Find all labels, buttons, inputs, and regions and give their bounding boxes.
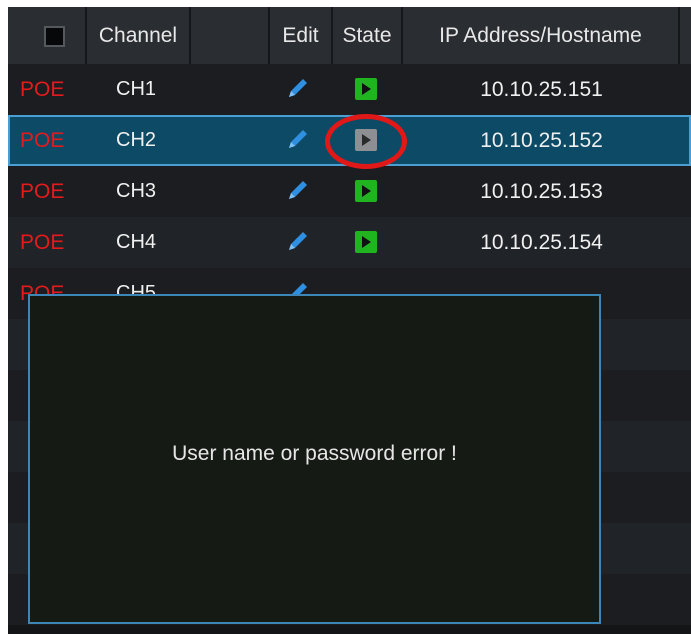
channel-name: CH4 [116,231,157,253]
pencil-icon[interactable] [286,76,310,100]
ip-channel-table: Channel Edit State IP Address/Hostname P… [8,7,691,634]
pencil-icon[interactable] [286,127,310,151]
poe-label: POE [20,231,65,254]
play-icon[interactable] [355,180,377,202]
poe-label: POE [20,78,65,101]
ip-column-header[interactable]: IP Address/Hostname [403,7,680,64]
ip-address: 10.10.25.154 [480,231,603,254]
blank-column-header [191,7,270,64]
select-all-checkbox[interactable] [44,26,65,47]
edit-column-header[interactable]: Edit [270,7,333,64]
channel-name: CH1 [116,78,157,100]
table-header: Channel Edit State IP Address/Hostname [8,7,691,64]
select-all-cell [8,7,87,64]
channel-column-header[interactable]: Channel [87,7,191,64]
state-column-header[interactable]: State [333,7,403,64]
table-row[interactable]: POE CH3 10.10.25.153 [8,166,691,217]
error-message: User name or password error ! [172,442,457,465]
table-row[interactable]: POE CH1 10.10.25.151 [8,64,691,115]
pencil-icon[interactable] [286,229,310,253]
ip-address: 10.10.25.153 [480,180,603,203]
play-icon[interactable] [355,78,377,100]
poe-label: POE [20,180,65,203]
ip-address: 10.10.25.152 [480,129,603,152]
poe-label: POE [20,129,65,152]
ip-address: 10.10.25.151 [480,78,603,101]
channel-name: CH3 [116,180,157,202]
pencil-icon[interactable] [286,178,310,202]
channel-name: CH2 [116,129,157,151]
error-dialog[interactable]: User name or password error ! [28,294,601,624]
highlight-circle [325,114,407,169]
table-row[interactable]: POE CH4 10.10.25.154 [8,217,691,268]
play-icon[interactable] [355,231,377,253]
